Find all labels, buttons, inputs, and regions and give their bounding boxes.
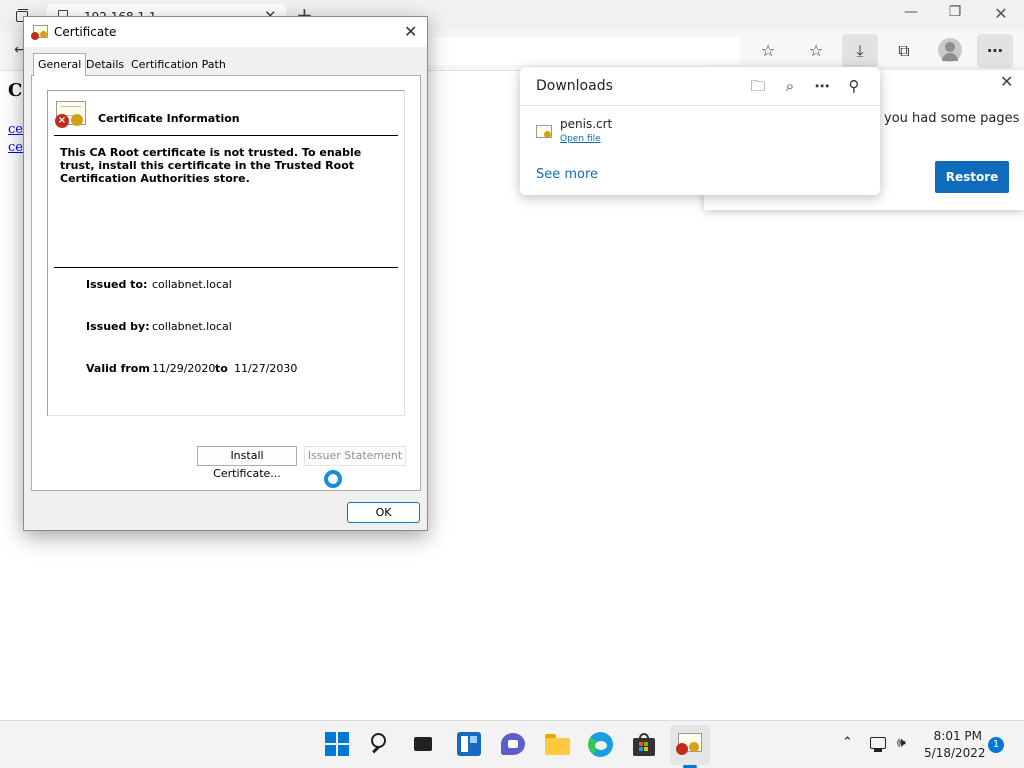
favorites-icon[interactable]: ☆ — [804, 39, 828, 63]
clock-date[interactable]: 5/18/2022 — [924, 746, 986, 760]
restore-message: you had some pages — [884, 111, 1020, 126]
valid-to-value: 11/27/2030 — [234, 362, 298, 375]
dialog-titlebar: Certificate ✕ — [24, 17, 427, 47]
profile-avatar[interactable] — [938, 38, 962, 62]
settings-more-icon[interactable]: ⋯ — [977, 34, 1013, 68]
divider — [54, 135, 398, 136]
downloads-panel: Downloads 🗀 ⌕ ⋯ ⚲ penis.crt Open file Se… — [520, 67, 880, 195]
issued-by-value: collabnet.local — [152, 320, 232, 333]
install-certificate-button[interactable]: Install Certificate... — [197, 446, 297, 480]
untrusted-certificate-icon: × — [55, 101, 86, 128]
open-file-link[interactable]: Open file — [560, 134, 601, 144]
valid-from-label: Valid from — [86, 362, 150, 375]
divider — [520, 105, 880, 106]
widgets-icon[interactable] — [456, 731, 482, 757]
file-explorer-icon[interactable] — [544, 731, 570, 757]
issued-by-label: Issued by: — [86, 320, 150, 333]
downloads-icon[interactable]: ⤓ — [842, 34, 878, 68]
certificate-info-box: × Certificate Information This CA Root c… — [47, 90, 405, 416]
tab-general[interactable]: General — [33, 53, 87, 76]
tab-certification-path[interactable]: Certification Path — [127, 55, 230, 75]
minimize-button[interactable]: — — [896, 4, 926, 26]
pin-icon[interactable]: ⚲ — [843, 75, 865, 97]
divider — [54, 267, 398, 268]
start-icon[interactable] — [324, 731, 350, 757]
certificate-file-icon — [536, 125, 552, 138]
edge-browser-icon[interactable] — [587, 731, 613, 757]
collections-icon[interactable]: ⧉ — [892, 39, 916, 63]
issued-to-value: collabnet.local — [152, 278, 232, 291]
tab-details[interactable]: Details — [82, 55, 128, 75]
close-icon[interactable]: ✕ — [1000, 72, 1013, 91]
add-favorite-icon[interactable]: ☆ — [756, 39, 780, 63]
folder-icon[interactable]: 🗀 — [747, 75, 769, 97]
issuer-statement-button: Issuer Statement — [304, 446, 406, 466]
trust-warning-text: This CA Root certificate is not trusted.… — [60, 146, 362, 185]
general-tab-panel: × Certificate Information This CA Root c… — [31, 75, 421, 491]
store-icon[interactable] — [631, 731, 657, 757]
show-hidden-icons-chevron-icon[interactable]: ⌃ — [842, 735, 853, 750]
more-options-icon[interactable]: ⋯ — [811, 75, 833, 97]
search-icon[interactable]: ⌕ — [779, 75, 801, 97]
valid-to-label: to — [215, 362, 228, 375]
task-view-icon[interactable] — [412, 731, 438, 757]
valid-from-value: 11/29/2020 — [152, 362, 216, 375]
downloads-title: Downloads — [536, 78, 613, 94]
restore-button[interactable]: Restore — [935, 161, 1009, 193]
search-icon[interactable] — [368, 731, 394, 757]
busy-cursor-icon — [324, 470, 342, 488]
certificate-icon — [31, 25, 48, 40]
dialog-title: Certificate — [54, 25, 117, 39]
see-more-link[interactable]: See more — [536, 167, 598, 182]
certificate-dialog: Certificate ✕ General Details Certificat… — [23, 16, 428, 531]
network-icon[interactable] — [870, 737, 886, 752]
certificate-app-icon[interactable] — [670, 725, 710, 765]
volume-icon[interactable]: 🕪 — [897, 735, 906, 751]
close-icon[interactable]: ✕ — [404, 22, 417, 41]
issued-to-label: Issued to: — [86, 278, 148, 291]
clock-time[interactable]: 8:01 PM — [930, 729, 982, 743]
notification-badge[interactable]: 1 — [988, 737, 1004, 753]
maximize-button[interactable]: ❐ — [940, 4, 970, 26]
ok-button[interactable]: OK — [347, 502, 420, 523]
close-window-button[interactable]: ✕ — [986, 4, 1016, 26]
chat-icon[interactable] — [500, 731, 526, 757]
certificate-info-heading: Certificate Information — [98, 112, 240, 125]
taskbar: ⌃ 🕪 8:01 PM 5/18/2022 1 — [0, 720, 1024, 768]
download-file-name[interactable]: penis.crt — [560, 117, 612, 131]
